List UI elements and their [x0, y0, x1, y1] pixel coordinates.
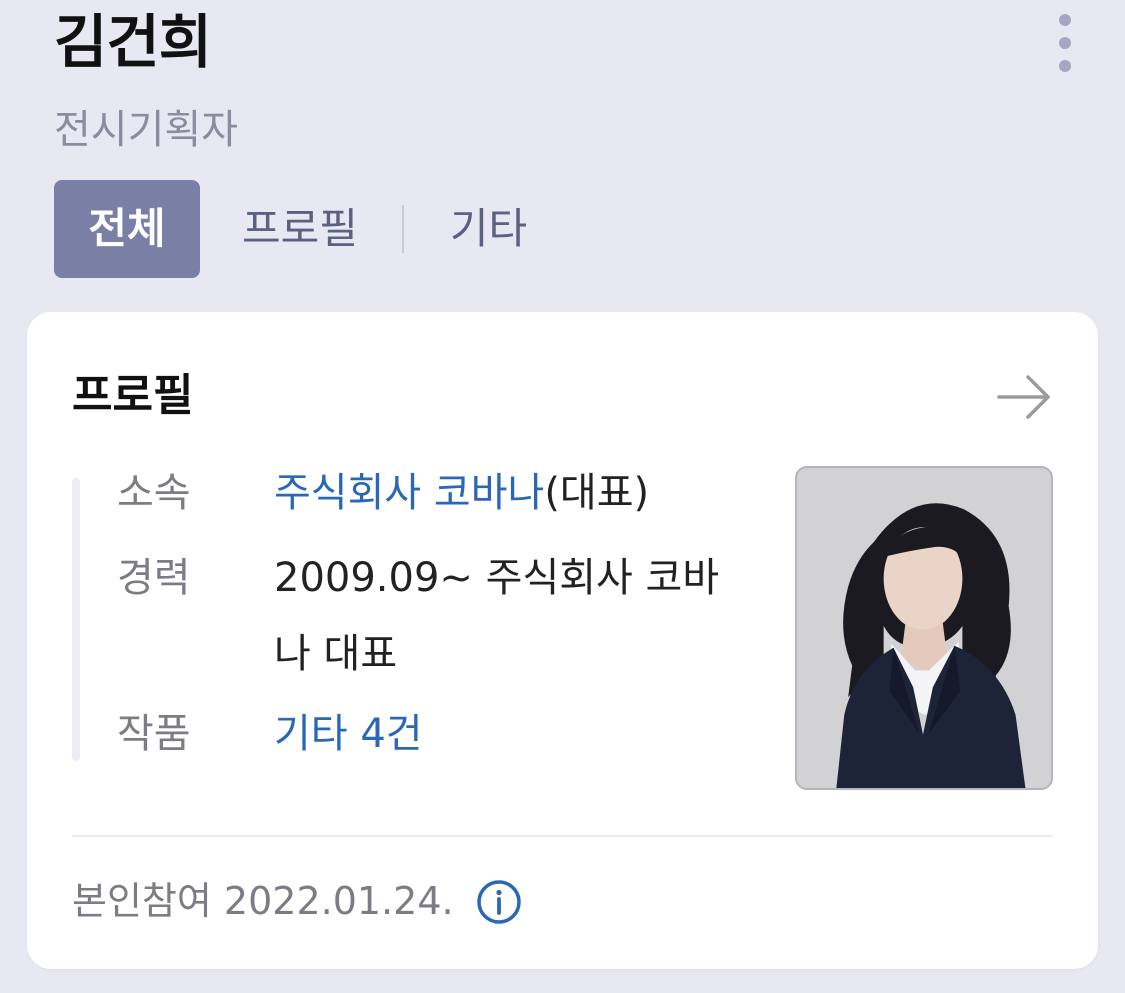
participation-date: 본인참여 2022.01.24.: [72, 879, 454, 923]
portrait-image: [797, 468, 1051, 788]
info-section-bar: [72, 478, 80, 761]
more-vertical-icon-dot: [1059, 60, 1071, 72]
profile-card: 프로필 소속 주식회사 코바나(대표) 경력 2009.09~ 주식회사 코바나…: [27, 312, 1098, 969]
tab-other[interactable]: 기타: [450, 180, 527, 278]
works-value: 기타 4건: [274, 696, 734, 772]
profile-photo[interactable]: [795, 466, 1053, 790]
works-link[interactable]: 기타 4건: [274, 711, 423, 757]
career-label: 경력: [117, 555, 191, 601]
affiliation-link[interactable]: 주식회사 코바나: [274, 470, 544, 516]
person-name: 김건희: [54, 8, 212, 76]
more-options-button[interactable]: [1044, 12, 1086, 74]
career-value: 2009.09~ 주식회사 코바나 대표: [274, 555, 720, 677]
card-divider: [72, 835, 1053, 837]
tab-divider: [401, 205, 404, 253]
affiliation-value: 주식회사 코바나(대표): [274, 455, 734, 531]
arrow-right-icon[interactable]: [995, 370, 1055, 424]
affiliation-label: 소속: [117, 470, 191, 516]
tab-profile[interactable]: 프로필: [242, 180, 358, 278]
tab-bar: 전체 프로필 기타: [54, 180, 527, 278]
tab-all[interactable]: 전체: [54, 180, 200, 278]
works-label: 작품: [117, 711, 191, 757]
more-vertical-icon: [1059, 14, 1071, 26]
more-vertical-icon-dot: [1059, 37, 1071, 49]
person-occupation: 전시기획자: [54, 107, 238, 153]
card-title: 프로필: [72, 370, 194, 421]
info-circle-icon[interactable]: [475, 878, 523, 926]
affiliation-suffix: (대표): [544, 470, 650, 516]
